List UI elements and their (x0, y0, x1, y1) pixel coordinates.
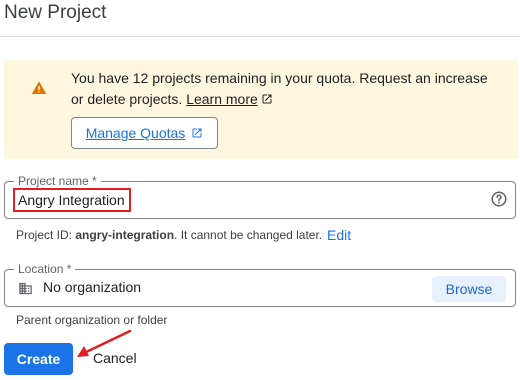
learn-more-label: Learn more (186, 91, 258, 107)
quota-message: You have 12 projects remaining in your q… (71, 68, 501, 110)
location-value: No organization (43, 279, 142, 295)
quota-message-text: You have 12 projects remaining in your q… (71, 70, 488, 107)
open-in-new-icon (262, 94, 272, 104)
manage-quotas-button[interactable]: Manage Quotas (71, 117, 218, 149)
edit-project-id-link[interactable]: Edit (327, 227, 351, 243)
page-title: New Project (4, 2, 107, 23)
project-name-input[interactable] (13, 188, 131, 212)
location-label: Location * (14, 262, 76, 276)
warning-icon (31, 81, 47, 94)
location-helper-text: Parent organization or folder (16, 313, 168, 327)
header-divider (0, 36, 520, 37)
project-id-info: Project ID: angry-integration. It cannot… (16, 228, 322, 242)
location-field: Location * No organization Browse (4, 262, 516, 307)
project-name-field: Project name * (4, 174, 516, 219)
open-in-new-icon (192, 128, 202, 138)
help-icon[interactable] (490, 190, 508, 208)
quota-warning-banner: You have 12 projects remaining in your q… (4, 60, 518, 159)
project-id-value: angry-integration (75, 228, 175, 242)
building-icon (19, 282, 32, 295)
learn-more-link[interactable]: Learn more (186, 91, 273, 107)
browse-button[interactable]: Browse (432, 276, 506, 302)
project-name-label: Project name * (14, 174, 101, 188)
manage-quotas-label: Manage Quotas (85, 125, 186, 141)
create-button[interactable]: Create (4, 343, 73, 375)
project-id-prefix: Project ID: (16, 228, 73, 242)
project-id-suffix: . It cannot be changed later. (174, 228, 323, 242)
annotation-arrow (77, 329, 132, 357)
